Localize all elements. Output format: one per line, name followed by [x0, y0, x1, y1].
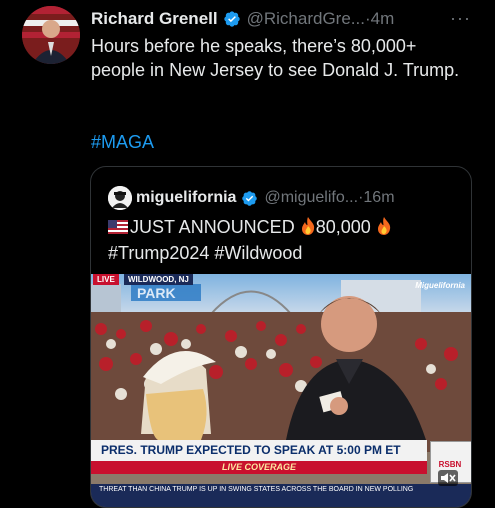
- live-coverage-bar: LIVE COVERAGE: [91, 461, 427, 474]
- author-handle[interactable]: @RichardGre...: [247, 9, 365, 29]
- quoted-author-name[interactable]: miguelifornia: [136, 189, 236, 207]
- quoted-text-hashtags: #Trump2024 #Wildwood: [108, 243, 303, 263]
- mute-button[interactable]: [438, 470, 458, 486]
- quoted-text-number: 80,000: [315, 217, 371, 237]
- quoted-author-handle: @miguelifo...: [264, 189, 359, 206]
- speaker-muted-icon: [441, 473, 456, 483]
- quoted-text-announced: JUST ANNOUNCED: [130, 217, 295, 237]
- quoted-post-time: 16m: [363, 189, 395, 206]
- network-logo: RSBN: [438, 460, 462, 469]
- brand-watermark: Miguelifornia: [415, 281, 465, 290]
- hashtag-link[interactable]: #MAGA: [91, 132, 154, 153]
- quoted-author-line: miguelifornia @miguelifo... · 16m: [136, 187, 395, 209]
- author-avatar[interactable]: [22, 6, 80, 64]
- verified-badge-icon: [223, 11, 240, 27]
- quoted-tweet-text: JUST ANNOUNCED 80,000 #Trump2024 #Wildwo…: [108, 214, 463, 266]
- post-time[interactable]: 4m: [371, 9, 395, 29]
- fire-icon: [301, 217, 314, 235]
- news-ticker: THREAT THAN CHINA TRUMP IS UP IN SWING S…: [91, 484, 471, 507]
- quoted-text-line-1: JUST ANNOUNCED 80,000: [108, 214, 463, 240]
- more-options-icon[interactable]: ···: [450, 8, 471, 29]
- author-line: Richard Grenell @RichardGre... · 4m: [91, 8, 394, 30]
- live-tag: LIVE: [93, 274, 119, 285]
- fire-icon: [377, 217, 390, 235]
- park-sign-text: PARK: [137, 285, 176, 301]
- quoted-author-avatar[interactable]: [108, 186, 132, 210]
- author-name[interactable]: Richard Grenell: [91, 9, 218, 29]
- location-tag: WILDWOOD, NJ: [124, 274, 193, 285]
- embedded-video[interactable]: PARK LIVE WILDWOOD, NJ Miguelifornia PRE…: [91, 274, 471, 507]
- us-flag-icon: [108, 220, 128, 234]
- quoted-tweet-card[interactable]: miguelifornia @miguelifo... · 16m JUST A…: [90, 166, 472, 508]
- news-lower-third: PRES. TRUMP EXPECTED TO SPEAK AT 5:00 PM…: [91, 440, 427, 461]
- verified-badge-icon: [242, 190, 258, 206]
- tweet-text: Hours before he speaks, there’s 80,000+ …: [91, 36, 460, 80]
